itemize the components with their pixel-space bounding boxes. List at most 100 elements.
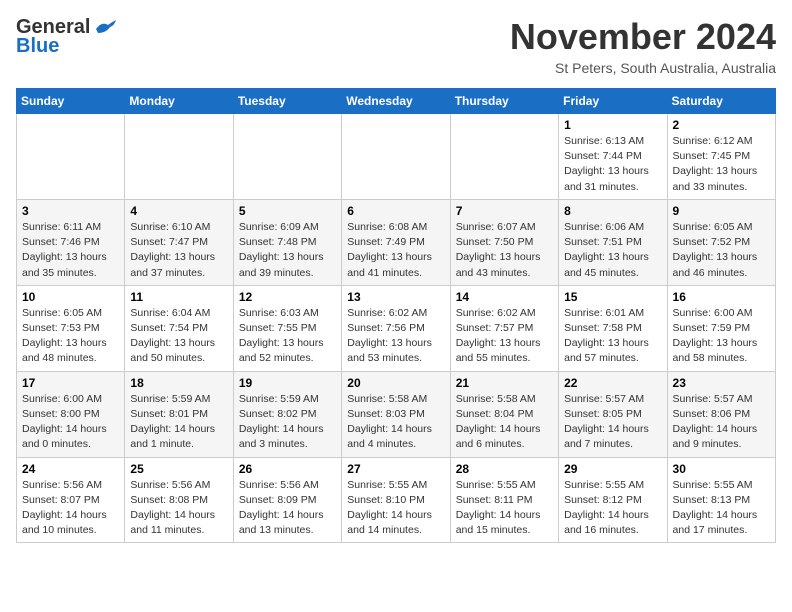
calendar-week-row: 1 Sunrise: 6:13 AM Sunset: 7:44 PM Daylig… — [17, 114, 776, 200]
calendar-day-cell: 12 Sunrise: 6:03 AM Sunset: 7:55 PM Dayli… — [233, 285, 341, 371]
day-number: 27 — [347, 462, 444, 476]
day-info: Sunrise: 5:56 AM Sunset: 8:07 PM Dayligh… — [22, 478, 119, 539]
calendar-day-cell: 13 Sunrise: 6:02 AM Sunset: 7:56 PM Dayli… — [342, 285, 450, 371]
weekday-header-tuesday: Tuesday — [233, 89, 341, 114]
day-number: 26 — [239, 462, 336, 476]
day-info: Sunrise: 5:59 AM Sunset: 8:02 PM Dayligh… — [239, 392, 336, 453]
day-info: Sunrise: 6:00 AM Sunset: 8:00 PM Dayligh… — [22, 392, 119, 453]
weekday-header-monday: Monday — [125, 89, 233, 114]
month-title: November 2024 — [510, 16, 776, 58]
day-info: Sunrise: 6:02 AM Sunset: 7:57 PM Dayligh… — [456, 306, 553, 367]
day-info: Sunrise: 5:59 AM Sunset: 8:01 PM Dayligh… — [130, 392, 227, 453]
calendar-day-cell: 4 Sunrise: 6:10 AM Sunset: 7:47 PM Daylig… — [125, 199, 233, 285]
day-info: Sunrise: 6:07 AM Sunset: 7:50 PM Dayligh… — [456, 220, 553, 281]
calendar-day-cell: 29Sunrise: 5:55 AM Sunset: 8:12 PM Dayli… — [559, 457, 667, 543]
calendar-day-cell — [125, 114, 233, 200]
day-number: 13 — [347, 290, 444, 304]
day-info: Sunrise: 6:02 AM Sunset: 7:56 PM Dayligh… — [347, 306, 444, 367]
calendar-day-cell: 20Sunrise: 5:58 AM Sunset: 8:03 PM Dayli… — [342, 371, 450, 457]
calendar-day-cell: 19Sunrise: 5:59 AM Sunset: 8:02 PM Dayli… — [233, 371, 341, 457]
calendar-table: SundayMondayTuesdayWednesdayThursdayFrid… — [16, 88, 776, 543]
calendar-day-cell: 15 Sunrise: 6:01 AM Sunset: 7:58 PM Dayli… — [559, 285, 667, 371]
day-info: Sunrise: 6:01 AM Sunset: 7:58 PM Dayligh… — [564, 306, 661, 367]
calendar-day-cell: 26 Sunrise: 5:56 AM Sunset: 8:09 PM Dayli… — [233, 457, 341, 543]
calendar-day-cell — [17, 114, 125, 200]
calendar-day-cell: 1 Sunrise: 6:13 AM Sunset: 7:44 PM Daylig… — [559, 114, 667, 200]
day-number: 30 — [673, 462, 770, 476]
calendar-day-cell: 2 Sunrise: 6:12 AM Sunset: 7:45 PM Daylig… — [667, 114, 775, 200]
day-number: 8 — [564, 204, 661, 218]
calendar-week-row: 10Sunrise: 6:05 AM Sunset: 7:53 PM Dayli… — [17, 285, 776, 371]
day-number: 24 — [22, 462, 119, 476]
weekday-header-saturday: Saturday — [667, 89, 775, 114]
weekday-header-wednesday: Wednesday — [342, 89, 450, 114]
day-info: Sunrise: 6:11 AM Sunset: 7:46 PM Dayligh… — [22, 220, 119, 281]
page-header: General Blue November 2024 St Peters, So… — [16, 16, 776, 76]
day-number: 2 — [673, 118, 770, 132]
day-info: Sunrise: 6:10 AM Sunset: 7:47 PM Dayligh… — [130, 220, 227, 281]
day-info: Sunrise: 6:09 AM Sunset: 7:48 PM Dayligh… — [239, 220, 336, 281]
day-number: 23 — [673, 376, 770, 390]
calendar-header-row: SundayMondayTuesdayWednesdayThursdayFrid… — [17, 89, 776, 114]
weekday-header-friday: Friday — [559, 89, 667, 114]
day-info: Sunrise: 6:00 AM Sunset: 7:59 PM Dayligh… — [673, 306, 770, 367]
day-number: 16 — [673, 290, 770, 304]
calendar-day-cell: 16 Sunrise: 6:00 AM Sunset: 7:59 PM Dayli… — [667, 285, 775, 371]
calendar-day-cell — [233, 114, 341, 200]
day-info: Sunrise: 5:55 AM Sunset: 8:13 PM Dayligh… — [673, 478, 770, 539]
day-number: 17 — [22, 376, 119, 390]
calendar-day-cell: 28Sunrise: 5:55 AM Sunset: 8:11 PM Dayli… — [450, 457, 558, 543]
day-number: 6 — [347, 204, 444, 218]
day-info: Sunrise: 5:55 AM Sunset: 8:10 PM Dayligh… — [347, 478, 444, 539]
day-number: 21 — [456, 376, 553, 390]
day-number: 4 — [130, 204, 227, 218]
weekday-header-sunday: Sunday — [17, 89, 125, 114]
day-number: 15 — [564, 290, 661, 304]
day-number: 18 — [130, 376, 227, 390]
calendar-day-cell: 9Sunrise: 6:05 AM Sunset: 7:52 PM Daylig… — [667, 199, 775, 285]
logo: General Blue — [16, 16, 116, 58]
calendar-day-cell: 11 Sunrise: 6:04 AM Sunset: 7:54 PM Dayli… — [125, 285, 233, 371]
day-info: Sunrise: 6:03 AM Sunset: 7:55 PM Dayligh… — [239, 306, 336, 367]
calendar-day-cell: 24 Sunrise: 5:56 AM Sunset: 8:07 PM Dayli… — [17, 457, 125, 543]
day-info: Sunrise: 5:58 AM Sunset: 8:04 PM Dayligh… — [456, 392, 553, 453]
day-number: 5 — [239, 204, 336, 218]
calendar-day-cell: 14 Sunrise: 6:02 AM Sunset: 7:57 PM Dayli… — [450, 285, 558, 371]
calendar-week-row: 24 Sunrise: 5:56 AM Sunset: 8:07 PM Dayli… — [17, 457, 776, 543]
calendar-day-cell — [342, 114, 450, 200]
calendar-day-cell: 23 Sunrise: 5:57 AM Sunset: 8:06 PM Dayli… — [667, 371, 775, 457]
calendar-day-cell: 18 Sunrise: 5:59 AM Sunset: 8:01 PM Dayli… — [125, 371, 233, 457]
day-number: 22 — [564, 376, 661, 390]
calendar-day-cell: 21 Sunrise: 5:58 AM Sunset: 8:04 PM Dayli… — [450, 371, 558, 457]
day-number: 12 — [239, 290, 336, 304]
day-info: Sunrise: 5:55 AM Sunset: 8:11 PM Dayligh… — [456, 478, 553, 539]
logo-blue-text: Blue — [16, 35, 59, 58]
day-info: Sunrise: 5:56 AM Sunset: 8:09 PM Dayligh… — [239, 478, 336, 539]
day-info: Sunrise: 6:13 AM Sunset: 7:44 PM Dayligh… — [564, 134, 661, 195]
day-number: 14 — [456, 290, 553, 304]
calendar-day-cell: 7Sunrise: 6:07 AM Sunset: 7:50 PM Daylig… — [450, 199, 558, 285]
day-info: Sunrise: 6:06 AM Sunset: 7:51 PM Dayligh… — [564, 220, 661, 281]
day-number: 11 — [130, 290, 227, 304]
calendar-week-row: 3 Sunrise: 6:11 AM Sunset: 7:46 PM Daylig… — [17, 199, 776, 285]
day-info: Sunrise: 5:57 AM Sunset: 8:06 PM Dayligh… — [673, 392, 770, 453]
day-number: 9 — [673, 204, 770, 218]
calendar-day-cell: 25Sunrise: 5:56 AM Sunset: 8:08 PM Dayli… — [125, 457, 233, 543]
calendar-day-cell — [450, 114, 558, 200]
day-info: Sunrise: 6:12 AM Sunset: 7:45 PM Dayligh… — [673, 134, 770, 195]
day-number: 1 — [564, 118, 661, 132]
calendar-day-cell: 27 Sunrise: 5:55 AM Sunset: 8:10 PM Dayli… — [342, 457, 450, 543]
weekday-header-thursday: Thursday — [450, 89, 558, 114]
calendar-day-cell: 6 Sunrise: 6:08 AM Sunset: 7:49 PM Daylig… — [342, 199, 450, 285]
logo-bird-icon — [94, 19, 116, 37]
calendar-day-cell: 8 Sunrise: 6:06 AM Sunset: 7:51 PM Daylig… — [559, 199, 667, 285]
day-number: 29 — [564, 462, 661, 476]
day-number: 3 — [22, 204, 119, 218]
day-info: Sunrise: 5:56 AM Sunset: 8:08 PM Dayligh… — [130, 478, 227, 539]
calendar-week-row: 17 Sunrise: 6:00 AM Sunset: 8:00 PM Dayli… — [17, 371, 776, 457]
day-info: Sunrise: 6:08 AM Sunset: 7:49 PM Dayligh… — [347, 220, 444, 281]
day-info: Sunrise: 5:57 AM Sunset: 8:05 PM Dayligh… — [564, 392, 661, 453]
calendar-day-cell: 22 Sunrise: 5:57 AM Sunset: 8:05 PM Dayli… — [559, 371, 667, 457]
day-info: Sunrise: 6:04 AM Sunset: 7:54 PM Dayligh… — [130, 306, 227, 367]
day-info: Sunrise: 5:58 AM Sunset: 8:03 PM Dayligh… — [347, 392, 444, 453]
